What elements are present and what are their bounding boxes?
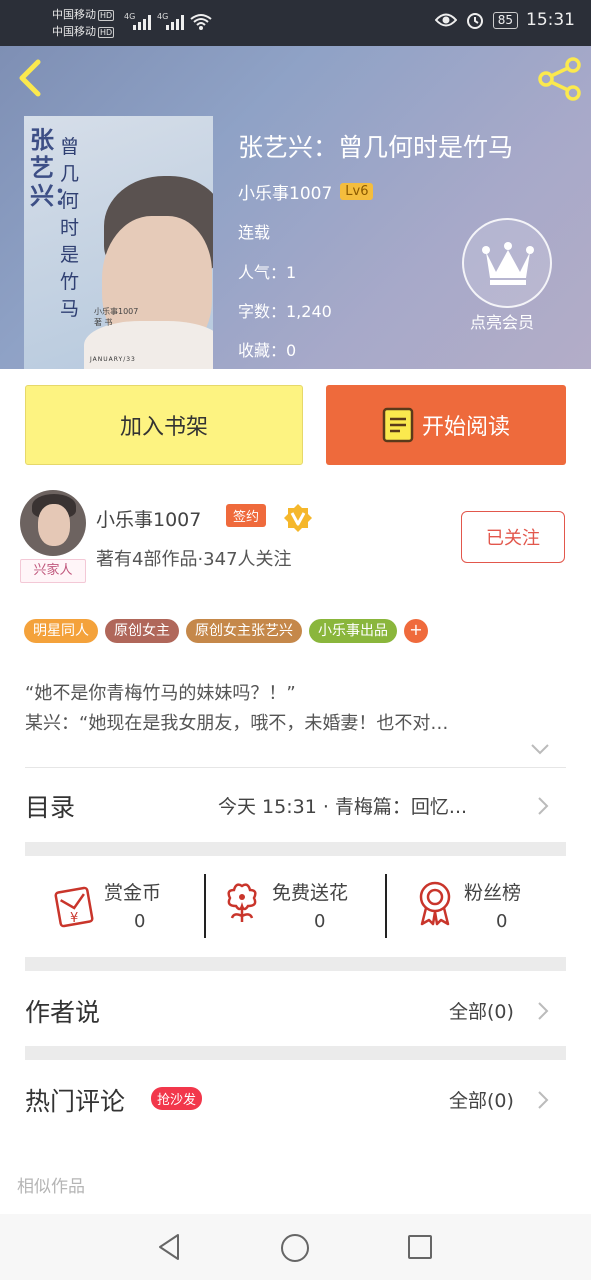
carrier-1: 中国移动 [52,8,96,21]
level-badge: Lv6 [340,183,374,200]
add-to-shelf-button[interactable]: 加入书架 [25,385,303,465]
wifi-icon [190,14,212,30]
nav-home-icon[interactable] [281,1234,309,1262]
author-says-all-link[interactable]: 全部(0) [449,997,514,1024]
cover-author-sub: 著 书 [94,318,113,327]
vip-button[interactable] [462,218,552,308]
intro-line: 某兴：“她现在是我女朋友，哦不，未婚妻！也不对… [25,713,449,734]
cover-author: 小乐事1007 [94,307,139,316]
chevron-right-icon[interactable] [537,1001,549,1021]
carrier-2: 中国移动 [52,25,96,38]
book-intro[interactable]: “她不是你青梅竹马的妹妹吗？！” 某兴：“她现在是我女朋友，哦不，未婚妻！也不对… [25,679,565,739]
author-name[interactable]: 小乐事1007 [96,505,201,532]
reward-label: 粉丝榜 [464,882,522,904]
battery-indicator: 85 [492,11,518,29]
tag-item[interactable]: 原创女主 [105,619,179,643]
book-favorites: 收藏：0 [238,341,297,360]
status-bar: 中国移动 HD 中国移动 HD 4G 4G 85 15:31 [0,0,591,46]
tag-item[interactable]: 原创女主张艺兴 [186,619,302,643]
book-popularity: 人气：1 [238,263,297,282]
hot-comments-all-link[interactable]: 全部(0) [449,1086,514,1113]
follow-button[interactable]: 已关注 [461,511,565,563]
vip-label[interactable]: 点亮会员 [470,309,534,333]
flower-icon [227,883,257,922]
latest-chapter[interactable]: 今天 15:31 · 青梅篇：回忆... [218,792,467,819]
tag-item[interactable]: 明星同人 [24,619,98,643]
book-author-name[interactable]: 小乐事1007 [238,179,332,204]
book-title: 张艺兴：曾几何时是竹马 [238,133,514,162]
tag-list: 明星同人 原创女主 原创女主张艺兴 小乐事出品 + [24,619,428,643]
verified-v-icon [284,504,312,532]
book-icon [382,407,414,443]
status-time: 15:31 [526,10,575,30]
intro-line: “她不是你青梅竹马的妹妹吗？！” [25,683,296,704]
cover-date: JANUARY/33 [90,356,136,363]
crown-icon [482,242,534,285]
chevron-right-icon[interactable] [537,796,549,816]
first-comment-badge[interactable]: 抢沙发 [151,1087,203,1110]
chevron-down-icon[interactable] [530,742,550,756]
red-envelope-icon: ¥ [54,886,94,928]
medal-icon [419,881,451,926]
more-tags-button[interactable]: + [404,619,428,643]
section-gap [25,842,566,856]
tag-item[interactable]: 小乐事出品 [309,619,397,643]
nav-back-icon[interactable] [156,1233,182,1261]
section-gap [25,1046,566,1060]
cover-title: 张艺兴： [30,125,78,210]
reward-count: 0 [496,911,508,932]
book-cover[interactable]: 张艺兴： 曾几何时是竹马 小乐事1007 著 书 JANUARY/33 [24,116,213,369]
author-avatar[interactable] [20,490,86,556]
nav-recents-icon[interactable] [408,1235,432,1259]
signal-icon [166,14,184,30]
reward-count: 0 [314,911,326,932]
book-status: 连载 [238,223,271,242]
divider [25,767,566,768]
hd-badge: HD [98,27,115,38]
signed-badge: 签约 [226,504,267,527]
similar-works-title: 相似作品 [17,1177,85,1197]
cover-subtitle: 曾几何时是竹马 [60,136,80,320]
alarm-icon [466,13,483,29]
book-word-count: 字数：1,240 [238,302,332,321]
back-icon[interactable] [12,58,52,98]
system-nav-bar [0,1214,591,1280]
start-reading-button[interactable]: 开始阅读 [326,385,566,465]
reward-count: 0 [134,911,146,932]
start-reading-label: 开始阅读 [421,415,510,440]
catalog-title[interactable]: 目录 [25,788,75,824]
eye-icon [434,13,457,27]
hd-badge: HD [98,10,115,21]
divider [385,874,387,938]
fan-tag: 兴家人 [20,559,86,583]
author-stats: 著有4部作品·347人关注 [96,549,292,570]
signal-icon [133,14,151,30]
author-says-title: 作者说 [25,998,101,1027]
reward-label: 赏金币 [104,882,162,904]
share-icon[interactable] [537,56,583,102]
chevron-right-icon[interactable] [537,1090,549,1110]
divider [204,874,206,938]
section-gap [25,957,566,971]
reward-label: 免费送花 [272,882,349,904]
hot-comments-title: 热门评论 [25,1087,126,1116]
book-header: 张艺兴： 曾几何时是竹马 小乐事1007 著 书 JANUARY/33 张艺兴：曾… [0,46,591,369]
svg-text:¥: ¥ [70,911,78,926]
